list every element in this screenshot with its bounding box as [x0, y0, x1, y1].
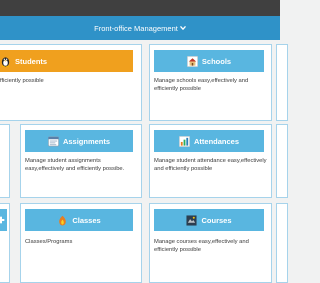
edge-card-right-row2	[276, 124, 288, 198]
school-building-icon	[187, 55, 198, 67]
edge-card-right-row1	[276, 44, 288, 121]
top-bar	[0, 0, 280, 16]
classes-card[interactable]: Classes Classes/Programs	[20, 203, 142, 283]
assignments-card[interactable]: Assignments Manage student assignments e…	[20, 124, 142, 198]
classes-title: Classes	[72, 215, 101, 225]
courses-icon	[186, 214, 198, 226]
edge-card-left-row3	[0, 203, 10, 283]
schools-card[interactable]: Schools Manage schools easy,effectively …	[149, 44, 272, 121]
edge-card-left-row2	[0, 124, 10, 198]
assignments-description: Manage student assignments easy,effectiv…	[25, 158, 125, 173]
courses-card[interactable]: Courses Manage courses easy,effectively …	[149, 203, 272, 283]
classes-card-header[interactable]: Classes	[25, 209, 133, 231]
chevron-down-icon	[180, 26, 186, 30]
students-card-header[interactable]: Students	[0, 50, 133, 72]
attendances-description: Manage student attendance easy,effective…	[154, 158, 267, 173]
edge-card-right-row3	[276, 203, 288, 283]
edge-card-left-row3-header	[0, 209, 7, 231]
students-title: Students	[15, 56, 48, 66]
schools-card-header[interactable]: Schools	[154, 50, 264, 72]
attendances-card[interactable]: Attendances Manage student attendance ea…	[149, 124, 272, 198]
attendances-title: Attendances	[193, 136, 239, 146]
assignments-title: Assignments	[62, 136, 111, 146]
schools-title: Schools	[201, 56, 232, 66]
classes-flame-icon	[59, 215, 67, 225]
menu-bar: Front-office Management	[0, 16, 280, 40]
courses-title: Courses	[201, 215, 232, 225]
menu-label: Front-office Management	[94, 23, 178, 33]
attendance-chart-icon	[179, 135, 190, 147]
courses-card-header[interactable]: Courses	[154, 209, 264, 231]
front-office-menu-toggle[interactable]: Front-office Management	[94, 24, 186, 33]
students-description: fficiently possible	[0, 78, 44, 84]
classes-description: Classes/Programs	[25, 239, 73, 245]
linux-penguin-icon	[1, 56, 10, 67]
assignment-window-icon	[48, 136, 59, 146]
plus-icon	[0, 216, 5, 224]
schools-description: Manage schools easy,effectively and effi…	[154, 78, 249, 93]
courses-description: Manage courses easy,effectively and effi…	[154, 239, 249, 254]
assignments-card-header[interactable]: Assignments	[25, 130, 133, 152]
students-card[interactable]: Students fficiently possible	[0, 44, 142, 121]
attendances-card-header[interactable]: Attendances	[154, 130, 264, 152]
